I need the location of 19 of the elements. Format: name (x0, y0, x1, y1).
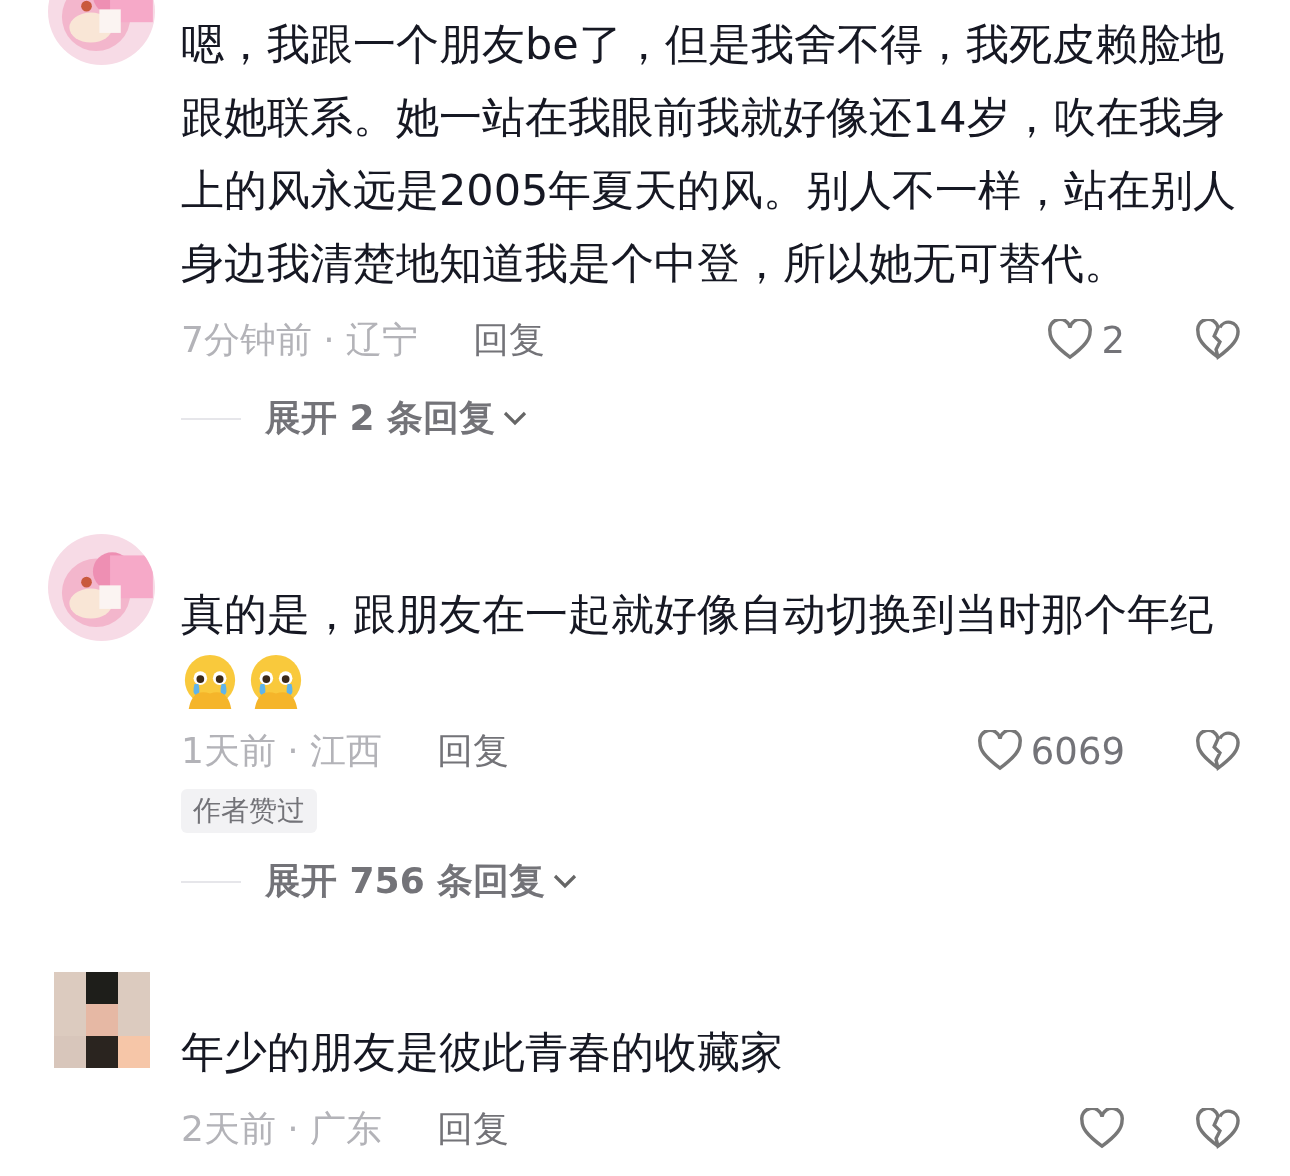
like-count: 6069 (1030, 729, 1125, 773)
comment-text: 真的是，跟朋友在一起就好像自动切换到当时那个年纪 (181, 588, 1214, 641)
reply-link[interactable]: 回复 (437, 726, 510, 776)
chevron-down-icon (503, 410, 528, 427)
comment-text: 年少的朋友是彼此青春的收藏家 (181, 1026, 784, 1079)
reply-link[interactable]: 回复 (473, 315, 546, 365)
heart-icon[interactable] (976, 730, 1023, 772)
expand-replies-button[interactable]: 展开 2 条回复 (265, 394, 528, 443)
like-count: 2 (1101, 318, 1125, 362)
reply-link[interactable]: 回复 (437, 1104, 510, 1154)
heart-icon[interactable] (1079, 1108, 1125, 1150)
comment-text: 嗯，我跟一个朋友be了，但是我舍不得，我死皮赖脸地跟她联系。她一站在我眼前我就好像还14岁，吹在我身上的风永远是2005年夏天的风。别人不一样，站在别人身边我清楚地知道我是个中登，所以她无可替代。 (181, 18, 1238, 290)
time-location: 2天前 · 广东 (181, 1106, 383, 1151)
chevron-down-icon (553, 873, 578, 890)
expand-replies-button[interactable]: 展开 756 条回复 (265, 857, 578, 906)
time-location: 7分钟前 · 辽宁 (181, 317, 419, 362)
time-location: 1天前 · 江西 (181, 728, 383, 773)
author-liked-badge: 作者赞过 (181, 789, 317, 833)
heart-icon[interactable] (1047, 319, 1094, 361)
